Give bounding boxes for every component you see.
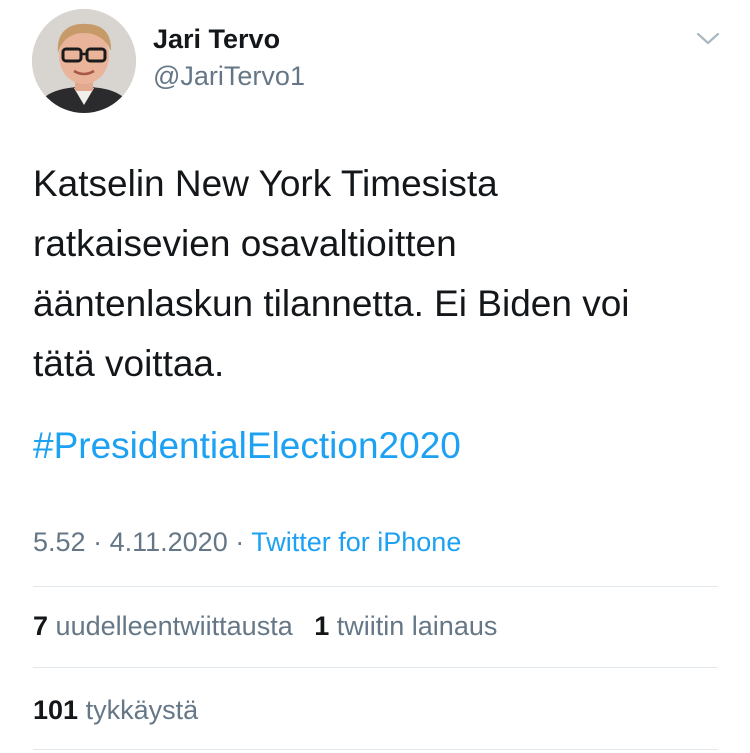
likes-count: 101 xyxy=(33,695,79,725)
quotes-label: twiitin lainaus xyxy=(336,611,498,641)
hashtag-link[interactable]: #PresidentialElection2020 xyxy=(33,420,461,472)
meta-separator: · xyxy=(235,527,245,557)
tweet-text: Katselin New York Timesista ratkaisevien… xyxy=(33,154,723,394)
tweet-line: ratkaisevien osavaltioitten xyxy=(33,223,457,264)
tweet-time: 5.52 xyxy=(33,527,86,557)
tweet-source-link[interactable]: Twitter for iPhone xyxy=(251,527,461,557)
retweets-count: 7 xyxy=(33,611,49,641)
divider xyxy=(33,749,718,750)
likes-row: 101 tykkäystä xyxy=(33,695,198,726)
author-name[interactable]: Jari Tervo xyxy=(153,24,280,55)
tweet-date: 4.11.2020 xyxy=(109,527,228,557)
retweets-label: uudelleentwiittausta xyxy=(55,611,293,641)
tweet-line: Katselin New York Timesista xyxy=(33,163,498,204)
avatar-photo xyxy=(32,9,136,113)
meta-separator: · xyxy=(93,527,103,557)
quotes-count: 1 xyxy=(314,611,330,641)
engagement-stats: 7 uudelleentwiittausta 1 twiitin lainaus xyxy=(33,611,497,642)
tweet-metadata: 5.52 · 4.11.2020 · Twitter for iPhone xyxy=(33,527,461,558)
tweet-line: tätä voittaa. xyxy=(33,343,225,384)
likes-stat[interactable]: 101 tykkäystä xyxy=(33,695,198,725)
author-handle[interactable]: @JariTervo1 xyxy=(153,61,305,92)
divider xyxy=(33,586,718,587)
likes-label: tykkäystä xyxy=(85,695,199,725)
retweets-stat[interactable]: 7 uudelleentwiittausta xyxy=(33,611,293,641)
quotes-stat[interactable]: 1 twiitin lainaus xyxy=(314,611,497,641)
tweet-line: ääntenlaskun tilannetta. Ei Biden voi xyxy=(33,283,630,324)
avatar[interactable] xyxy=(32,9,136,113)
chevron-down-icon[interactable] xyxy=(695,28,721,48)
divider xyxy=(33,667,718,668)
